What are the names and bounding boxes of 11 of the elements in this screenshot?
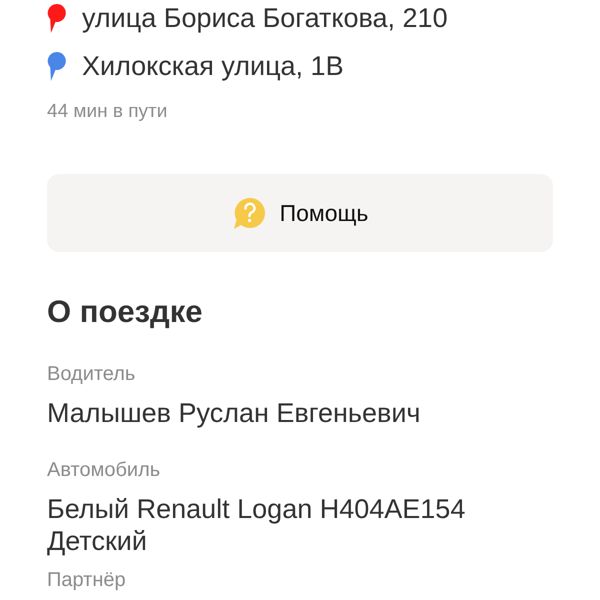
field-label: Водитель [47,362,136,387]
address-text: улица Бориса Богаткова, 210 [82,2,448,34]
field-label: Партнёр [47,568,126,593]
help-icon [232,196,266,230]
trip-duration: 44 мин в пути [47,101,168,122]
help-button[interactable]: Помощь [47,174,553,252]
section-heading: О поездке [47,293,202,331]
field-value: Малышев Руслан Евгеньевич [47,397,420,429]
address-text: Хилокская улица, 1В [82,50,344,82]
field-label: Автомобиль [47,458,160,483]
field-value: Белый Renault Logan Н404АЕ154 Детский [47,493,466,557]
